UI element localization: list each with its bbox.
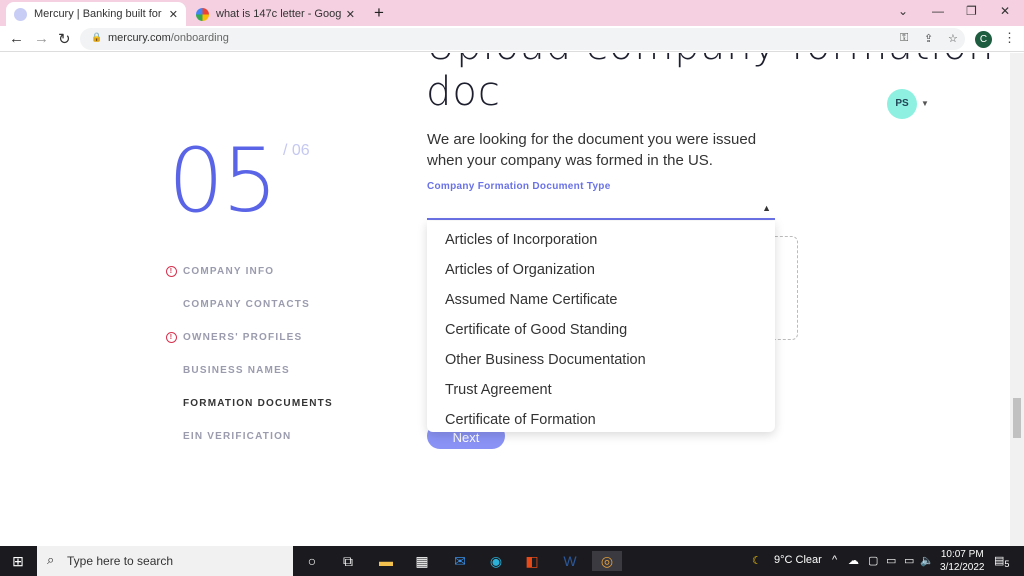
reload-button[interactable]: ↻: [58, 30, 71, 48]
sidebar-item-owners-profiles[interactable]: ! OWNERS' PROFILES: [166, 332, 386, 343]
mail-icon[interactable]: ✉: [450, 551, 470, 571]
sidebar-item-ein-verification[interactable]: EIN VERIFICATION: [166, 431, 386, 442]
lock-icon: 🔒: [91, 32, 103, 42]
address-bar[interactable]: 🔒 mercury.com/onboarding: [80, 28, 965, 50]
google-icon: [196, 7, 209, 21]
sidebar-item-formation-documents[interactable]: FORMATION DOCUMENTS: [166, 398, 386, 409]
option[interactable]: Certificate of Formation: [427, 405, 775, 435]
option[interactable]: Other Business Documentation: [427, 345, 775, 375]
page-description: We are looking for the document you were…: [427, 131, 757, 169]
cortana-icon[interactable]: ○: [302, 551, 322, 571]
restore-button[interactable]: ❐: [966, 4, 977, 18]
sidebar-item-business-names[interactable]: BUSINESS NAMES: [166, 365, 386, 376]
chrome-icon[interactable]: ◎: [592, 551, 622, 571]
scrollbar[interactable]: [1010, 53, 1024, 546]
notifications-icon[interactable]: ▤5: [994, 554, 1010, 569]
step-number: 05: [168, 129, 278, 232]
show-hidden-icons[interactable]: ^: [832, 554, 837, 566]
browser-toolbar: ← → ↻ 🔒 mercury.com/onboarding ⚿ ⇪ ☆: [0, 26, 1024, 52]
url-host: mercury.com: [108, 32, 171, 44]
close-tab-icon[interactable]: ✕: [169, 8, 178, 21]
url-path: /onboarding: [170, 32, 229, 44]
clock[interactable]: 10:07 PM 3/12/2022: [940, 548, 985, 574]
scrollbar-thumb[interactable]: [1013, 398, 1021, 438]
office-icon[interactable]: ◧: [522, 551, 542, 571]
forward-button[interactable]: →: [34, 30, 49, 47]
chevron-down-icon[interactable]: ▼: [921, 99, 929, 108]
moon-weather-icon: ☾: [752, 555, 762, 567]
key-icon[interactable]: ⚿: [900, 32, 908, 45]
task-view-icon[interactable]: ⧉: [338, 551, 358, 571]
option[interactable]: Assumed Name Certificate: [427, 285, 775, 315]
caret-up-icon: ▲: [762, 203, 771, 213]
taskbar: ⊞ ⌕ Type here to search ○ ⧉ ▬ ▦ ✉ ◉ ◧ W ◎…: [0, 546, 1024, 576]
user-avatar[interactable]: PS: [887, 89, 917, 119]
taskbar-search[interactable]: ⌕ Type here to search: [37, 546, 293, 576]
option[interactable]: Articles of Organization: [427, 255, 775, 285]
close-window-button[interactable]: ✕: [1000, 4, 1010, 18]
volume-icon[interactable]: 🔈: [920, 554, 934, 567]
close-tab-icon[interactable]: ✕: [346, 8, 355, 21]
warning-icon: !: [166, 332, 177, 343]
weather-text[interactable]: 9°C Clear: [774, 554, 822, 566]
onedrive-icon[interactable]: ☁: [848, 554, 859, 567]
search-icon: ⌕: [47, 552, 55, 567]
sidebar-item-company-contacts[interactable]: COMPANY CONTACTS: [166, 299, 386, 310]
edge-icon[interactable]: ◉: [486, 551, 506, 571]
tab-mercury[interactable]: Mercury | Banking built for startups ✕: [6, 2, 186, 26]
bookmark-star-icon[interactable]: ☆: [948, 32, 958, 45]
minimize-button[interactable]: —: [932, 4, 944, 18]
tab-google[interactable]: what is 147c letter - Google Search ✕: [188, 2, 363, 26]
option[interactable]: Articles of Incorporation: [427, 225, 775, 255]
tab-title: what is 147c letter - Google Search: [216, 8, 342, 20]
menu-icon[interactable]: ⋮: [1003, 30, 1016, 46]
battery-icon[interactable]: ▭: [904, 554, 914, 567]
profile-avatar[interactable]: C: [975, 31, 992, 48]
step-total: / 06: [283, 142, 310, 159]
back-button[interactable]: ←: [9, 30, 24, 47]
globe-icon: [14, 7, 27, 21]
option[interactable]: Certificate of Good Standing: [427, 315, 775, 345]
windows-start-icon[interactable]: ⊞: [8, 551, 28, 571]
document-type-select[interactable]: ▲: [427, 198, 775, 220]
meet-icon[interactable]: ▢: [868, 554, 878, 567]
share-icon[interactable]: ⇪: [924, 32, 933, 45]
tab-strip: Mercury | Banking built for startups ✕ wh…: [0, 0, 1024, 26]
file-explorer-icon[interactable]: ▬: [376, 551, 396, 571]
onboarding-page: Upload company formation doc We are look…: [0, 53, 1010, 546]
option[interactable]: Trust Agreement: [427, 375, 775, 405]
tab-search-icon[interactable]: ⌄: [898, 4, 908, 18]
document-type-dropdown: Articles of Incorporation Articles of Or…: [427, 221, 775, 432]
word-icon[interactable]: W: [560, 551, 580, 571]
warning-icon: !: [166, 266, 177, 277]
network-icon[interactable]: ▭: [886, 554, 896, 567]
new-tab-button[interactable]: +: [374, 3, 384, 23]
store-icon[interactable]: ▦: [412, 551, 432, 571]
field-label: Company Formation Document Type: [427, 181, 611, 192]
tab-title: Mercury | Banking built for startups: [34, 8, 165, 20]
sidebar-item-company-info[interactable]: ! COMPANY INFO: [166, 266, 386, 277]
